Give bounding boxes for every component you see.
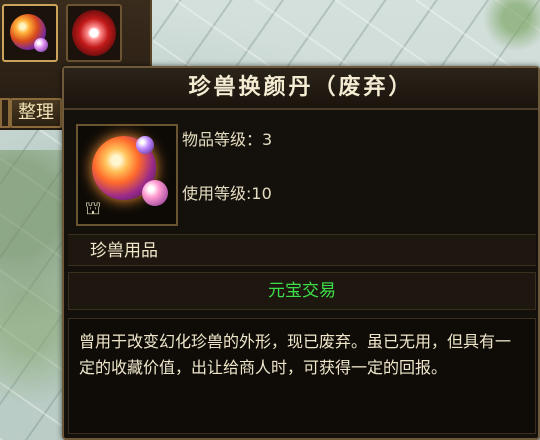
item-title: 珍兽换颜丹（废弃） bbox=[64, 68, 538, 110]
inventory-slot-1[interactable] bbox=[2, 4, 58, 62]
item-icon-frame: ⛫ bbox=[76, 124, 178, 226]
trade-type: 元宝交易 bbox=[68, 272, 536, 310]
lock-icon: ⛫ bbox=[84, 198, 102, 219]
use-level: 使用等级:10 bbox=[182, 184, 272, 203]
sort-button[interactable]: 整理 bbox=[10, 98, 62, 128]
orb-pill-small-icon bbox=[34, 38, 48, 52]
orb-small-violet-icon bbox=[136, 136, 154, 154]
inventory-slot-2[interactable] bbox=[66, 4, 122, 62]
orb-small-pink-icon bbox=[142, 180, 168, 206]
item-tooltip: 珍兽换颜丹（废弃） ⛫ 物品等级：3 使用等级:10 珍兽用品 元宝交易 曾用于… bbox=[62, 66, 540, 440]
red-gem-icon bbox=[72, 10, 116, 56]
item-description: 曾用于改变幻化珍兽的外形，现已废弃。虽已无用，但具有一定的收藏价值，出让给商人时… bbox=[68, 318, 536, 434]
grass-patch-top bbox=[480, 0, 540, 60]
item-category: 珍兽用品 bbox=[68, 234, 536, 266]
grass-patch bbox=[0, 150, 70, 440]
panel-tab-edge[interactable] bbox=[0, 98, 10, 128]
item-level: 物品等级：3 bbox=[182, 130, 273, 149]
